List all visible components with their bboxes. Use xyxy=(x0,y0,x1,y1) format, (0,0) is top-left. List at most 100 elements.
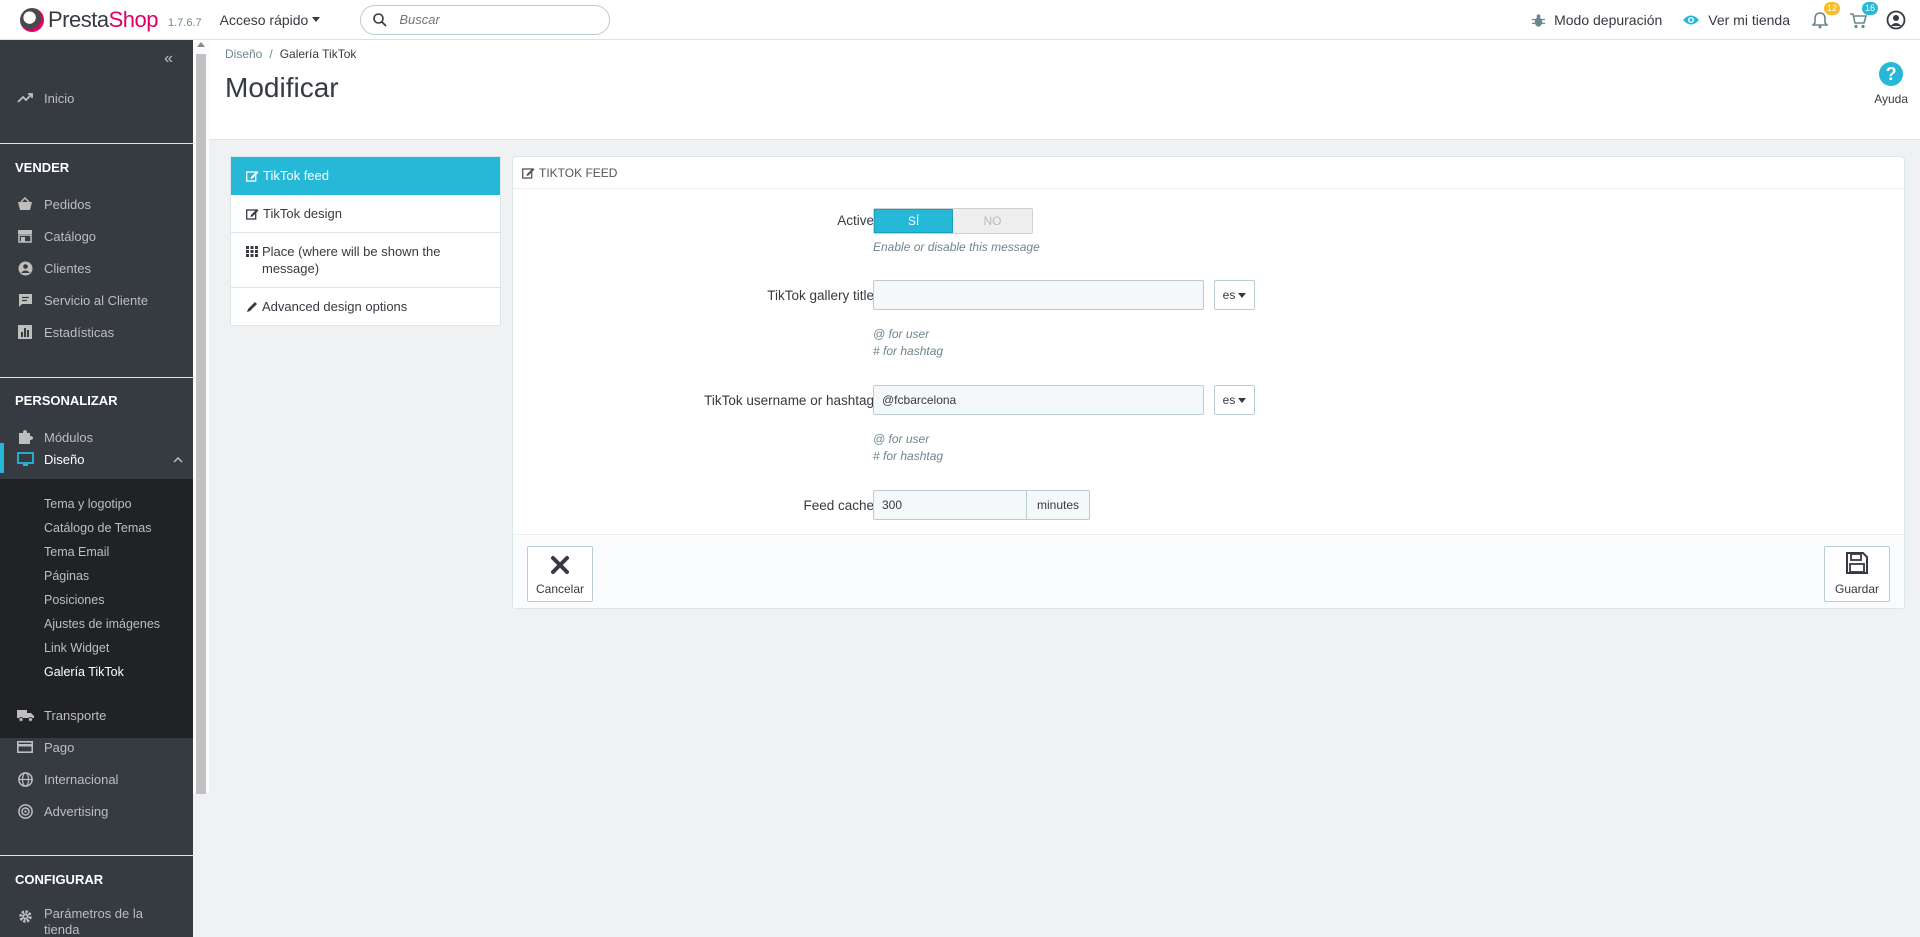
sidebar-item-pago[interactable]: Pago xyxy=(0,737,193,757)
grid-icon xyxy=(246,243,258,260)
pencil-icon xyxy=(246,298,258,315)
tab-tiktok-design[interactable]: TikTok design xyxy=(231,195,500,233)
design-submenu: Tema y logotipo Catálogo de Temas Tema E… xyxy=(0,479,193,738)
caret-down-icon xyxy=(312,17,321,22)
submenu-item-tema-email[interactable]: Tema Email xyxy=(44,545,109,559)
orders-button[interactable]: 16 xyxy=(1848,2,1878,30)
view-store-link[interactable]: Ver mi tienda xyxy=(1682,12,1790,28)
prestashop-logo[interactable]: PrestaShop xyxy=(20,7,158,33)
tab-tiktok-feed[interactable]: TikTok feed xyxy=(231,157,500,195)
prestashop-logo-icon xyxy=(20,7,44,32)
submenu-item-catalogo-temas[interactable]: Catálogo de Temas xyxy=(44,521,151,535)
sidebar-item-internacional[interactable]: Internacional xyxy=(0,769,193,789)
feed-cache-label: Feed cache xyxy=(803,498,874,513)
scroll-up-arrow-icon[interactable] xyxy=(197,42,205,47)
active-no-option[interactable]: NO xyxy=(953,209,1032,233)
feed-cache-unit: minutes xyxy=(1027,490,1090,520)
username-help: @ for user # for hashtag xyxy=(873,432,944,463)
sidebar-item-inicio[interactable]: Inicio xyxy=(0,88,193,108)
submenu-item-paginas[interactable]: Páginas xyxy=(44,569,89,583)
breadcrumb-separator: / xyxy=(269,47,273,61)
sidebar-item-pedidos[interactable]: Pedidos xyxy=(0,194,193,214)
sidebar-item-servicio-cliente[interactable]: Servicio al Cliente xyxy=(0,290,193,310)
submenu-item-link-widget[interactable]: Link Widget xyxy=(44,641,109,655)
monitor-icon xyxy=(15,451,35,467)
breadcrumb: Diseño / Galería TikTok xyxy=(225,47,356,61)
section-vender: VENDER xyxy=(15,160,70,175)
tab-advanced-design[interactable]: Advanced design options xyxy=(231,288,500,325)
sidebar-divider xyxy=(0,143,193,144)
sidebar-divider xyxy=(0,377,193,378)
panel-footer: Cancelar Guardar xyxy=(513,534,1904,608)
search-input[interactable] xyxy=(399,12,590,27)
tab-place[interactable]: Place (where will be shown the message) xyxy=(231,233,500,288)
credit-card-icon xyxy=(15,739,35,755)
sidebar-divider xyxy=(0,855,193,856)
collapse-sidebar-icon[interactable]: « xyxy=(164,50,173,68)
scrollbar-thumb[interactable] xyxy=(196,54,206,794)
target-icon xyxy=(15,803,35,819)
module-tabs: TikTok feed TikTok design Place (where w… xyxy=(230,156,501,326)
bug-icon xyxy=(1532,13,1546,27)
orders-badge: 16 xyxy=(1861,2,1878,15)
sidebar-item-estadisticas[interactable]: Estadísticas xyxy=(0,322,193,342)
sidebar-item-modulos[interactable]: Módulos xyxy=(0,427,193,447)
edit-icon xyxy=(246,205,259,222)
submenu-item-posiciones[interactable]: Posiciones xyxy=(44,593,104,607)
active-help-text: Enable or disable this message xyxy=(873,240,1040,254)
notifications-badge: 12 xyxy=(1823,2,1840,15)
gallery-title-language-dropdown[interactable]: es xyxy=(1214,280,1255,310)
quick-access-dropdown[interactable]: Acceso rápido xyxy=(220,12,321,28)
caret-down-icon xyxy=(1238,397,1247,403)
notifications-button[interactable]: 12 xyxy=(1810,2,1840,30)
search-icon xyxy=(373,12,387,27)
sidebar-scrollbar[interactable] xyxy=(193,40,209,794)
bell-icon xyxy=(1812,11,1828,28)
breadcrumb-diseno[interactable]: Diseño xyxy=(225,47,262,61)
submenu-item-galeria-tiktok[interactable]: Galería TikTok xyxy=(44,665,124,679)
username-label: TikTok username or hashtag xyxy=(704,393,874,408)
debug-mode-link[interactable]: Modo depuración xyxy=(1531,12,1662,28)
brand-name: PrestaShop xyxy=(48,6,158,32)
version-label: 1.7.6.7 xyxy=(167,16,202,29)
breadcrumb-current: Galería TikTok xyxy=(279,47,357,61)
basket-icon xyxy=(15,196,35,212)
top-header: PrestaShop 1.7.6.7 Acceso rápido Modo de… xyxy=(0,0,1920,40)
header-actions: Modo depuración Ver mi tienda 12 16 xyxy=(1531,0,1920,40)
chevron-up-icon xyxy=(173,451,183,466)
truck-icon xyxy=(15,707,35,723)
sidebar-item-catalogo[interactable]: Catálogo xyxy=(0,226,193,246)
submenu-item-tema-logotipo[interactable]: Tema y logotipo xyxy=(44,497,132,511)
active-switch[interactable]: SÍ NO xyxy=(873,208,1033,234)
active-yes-option[interactable]: SÍ xyxy=(874,209,954,233)
page-header: Diseño / Galería TikTok Modificar ? Ayuda xyxy=(209,40,1920,140)
sidebar-item-parametros-tienda[interactable]: Parámetros de la tienda xyxy=(0,906,193,937)
edit-icon xyxy=(522,167,535,179)
cancel-button[interactable]: Cancelar xyxy=(527,546,593,602)
gallery-title-input[interactable] xyxy=(873,280,1204,310)
save-button[interactable]: Guardar xyxy=(1824,546,1890,602)
gallery-title-label: TikTok gallery title xyxy=(767,288,874,303)
panel-heading: TIKTOK FEED xyxy=(513,157,1904,189)
close-icon xyxy=(550,555,570,578)
feed-cache-group: minutes xyxy=(873,490,1090,520)
store-icon xyxy=(15,228,35,244)
sidebar-item-advertising[interactable]: Advertising xyxy=(0,801,193,821)
trending-icon xyxy=(15,90,35,106)
feed-cache-input[interactable] xyxy=(873,490,1027,520)
submenu-item-ajustes-imagenes[interactable]: Ajustes de imágenes xyxy=(44,617,160,631)
username-language-dropdown[interactable]: es xyxy=(1214,385,1255,415)
tiktok-feed-panel: TIKTOK FEED Active SÍ NO Enable or disab… xyxy=(512,156,1905,609)
username-input[interactable] xyxy=(873,385,1204,415)
help-button[interactable]: ? Ayuda xyxy=(1874,62,1908,106)
section-configurar: CONFIGURAR xyxy=(15,872,104,887)
sidebar-item-clientes[interactable]: Clientes xyxy=(0,258,193,278)
account-button[interactable] xyxy=(1886,10,1906,30)
user-account-icon xyxy=(1886,10,1906,30)
section-personalizar: PERSONALIZAR xyxy=(15,393,118,408)
sidebar-item-diseno[interactable]: Diseño xyxy=(0,449,193,469)
edit-icon xyxy=(246,167,259,184)
search-box xyxy=(360,4,611,35)
sidebar-item-transporte[interactable]: Transporte xyxy=(0,705,193,725)
puzzle-icon xyxy=(15,429,35,445)
